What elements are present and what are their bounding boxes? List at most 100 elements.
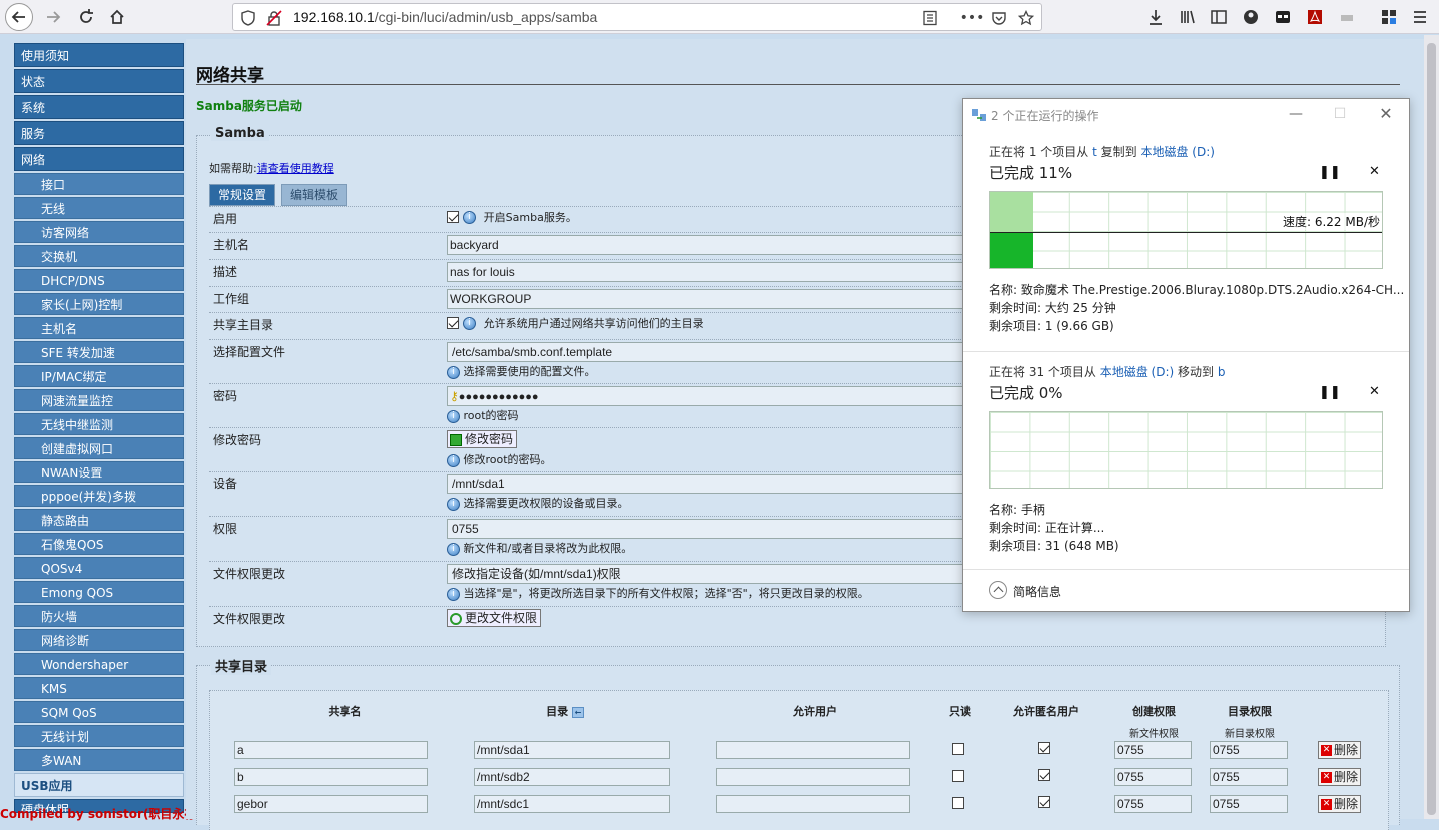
share-name-input[interactable]: b	[234, 768, 428, 786]
fewer-details-toggle[interactable]: 简略信息	[1013, 583, 1061, 600]
minimize-button[interactable]: —	[1281, 103, 1311, 125]
nav-sub-item[interactable]: 无线计划	[14, 725, 184, 747]
menu-button[interactable]	[1407, 4, 1433, 30]
forward-button[interactable]	[40, 4, 66, 30]
anon-checkbox[interactable]	[1038, 796, 1050, 808]
dir-mask-input[interactable]: 0755	[1210, 768, 1288, 786]
chevron-up-icon[interactable]	[989, 581, 1007, 599]
reader-view-icon[interactable]	[921, 9, 939, 27]
delete-button[interactable]: ✕ 删除	[1318, 741, 1362, 759]
create-mask-input[interactable]: 0755	[1114, 795, 1192, 813]
url-text[interactable]: 192.168.10.1/cgi-bin/luci/admin/usb_apps…	[293, 9, 597, 25]
destination-link[interactable]: b	[1218, 365, 1226, 379]
nav-sub-item[interactable]: KMS	[14, 677, 184, 699]
home-button[interactable]	[104, 4, 130, 30]
readonly-checkbox[interactable]	[952, 743, 964, 755]
shield-icon[interactable]	[239, 9, 257, 27]
sort-icon[interactable]: ←	[571, 707, 584, 718]
nav-sub-item[interactable]: 网络诊断	[14, 629, 184, 651]
nav-sub-item[interactable]: 创建虚拟网口	[14, 437, 184, 459]
change-password-button[interactable]: 修改密码	[447, 430, 518, 448]
maximize-button[interactable]: ☐	[1325, 103, 1355, 125]
tab-edit-template[interactable]: 编辑模板	[281, 184, 348, 206]
pause-button[interactable]: ❚❚	[1319, 165, 1341, 180]
account-button[interactable]	[1238, 4, 1264, 30]
nav-sub-item[interactable]: Wondershaper	[14, 653, 184, 675]
nav-item-services[interactable]: 服务	[14, 121, 184, 145]
workgroup-input[interactable]: WORKGROUP	[447, 289, 1007, 309]
pdf-extension-button[interactable]	[1302, 4, 1328, 30]
nav-sub-item[interactable]: NWAN设置	[14, 461, 184, 483]
extension-gray-button[interactable]	[1334, 4, 1360, 30]
address-bar[interactable]: 192.168.10.1/cgi-bin/luci/admin/usb_apps…	[232, 3, 1042, 31]
reload-button[interactable]	[73, 4, 99, 30]
permission-input[interactable]: 0755	[447, 519, 1007, 539]
nav-sub-item[interactable]: 接口	[14, 173, 184, 195]
cancel-button[interactable]: ✕	[1369, 384, 1380, 399]
pocket-icon[interactable]	[990, 9, 1008, 27]
extension-button[interactable]	[1270, 4, 1296, 30]
bookmark-star-icon[interactable]	[1017, 9, 1035, 27]
description-input[interactable]: nas for louis	[447, 262, 1007, 282]
dir-mask-input[interactable]: 0755	[1210, 741, 1288, 759]
readonly-checkbox[interactable]	[952, 770, 964, 782]
anon-checkbox[interactable]	[1038, 742, 1050, 754]
nav-sub-item[interactable]: 石像鬼QOS	[14, 533, 184, 555]
device-select[interactable]: /mnt/sda1	[447, 474, 1007, 494]
more-actions-icon[interactable]: •••	[960, 9, 985, 27]
share-name-input[interactable]: gebor	[234, 795, 428, 813]
nav-sub-item[interactable]: 无线	[14, 197, 184, 219]
downloads-button[interactable]	[1143, 4, 1169, 30]
homes-checkbox[interactable]	[447, 317, 459, 329]
nav-sub-item[interactable]: DHCP/DNS	[14, 269, 184, 291]
hostname-input[interactable]: backyard	[447, 235, 1007, 255]
delete-button[interactable]: ✕ 删除	[1318, 768, 1362, 786]
nav-item-status[interactable]: 状态	[14, 69, 184, 93]
insecure-lock-icon[interactable]	[265, 9, 283, 27]
nav-sub-item[interactable]: 网速流量监控	[14, 389, 184, 411]
enable-checkbox[interactable]	[447, 211, 459, 223]
nav-item-usb-apps[interactable]: USB应用	[14, 773, 184, 797]
share-users-input[interactable]	[716, 795, 910, 813]
nav-item-system[interactable]: 系统	[14, 95, 184, 119]
create-mask-input[interactable]: 0755	[1114, 741, 1192, 759]
nav-sub-item[interactable]: 无线中继监测	[14, 413, 184, 435]
nav-sub-item[interactable]: IP/MAC绑定	[14, 365, 184, 387]
back-button[interactable]	[5, 3, 33, 31]
nav-sub-item[interactable]: QOSv4	[14, 557, 184, 579]
permission-mode-select[interactable]: 修改指定设备(如/mnt/sda1)权限	[447, 564, 1007, 584]
nav-sub-item[interactable]: 多WAN	[14, 749, 184, 771]
share-path-input[interactable]: /mnt/sdb2	[474, 768, 670, 786]
share-users-input[interactable]	[716, 741, 910, 759]
share-path-input[interactable]: /mnt/sdc1	[474, 795, 670, 813]
page-scrollbar[interactable]	[1424, 35, 1439, 819]
scrollbar-thumb[interactable]	[1427, 43, 1436, 815]
share-path-input[interactable]: /mnt/sda1	[474, 741, 670, 759]
source-link[interactable]: 本地磁盘 (D:)	[1100, 365, 1174, 379]
create-mask-input[interactable]: 0755	[1114, 768, 1192, 786]
config-file-select[interactable]: /etc/samba/smb.conf.template	[447, 342, 1007, 362]
pause-button[interactable]: ❚❚	[1319, 385, 1341, 400]
dialog-titlebar[interactable]: 2 个正在运行的操作 — ☐ ✕	[963, 99, 1409, 129]
destination-link[interactable]: 本地磁盘 (D:)	[1140, 145, 1214, 159]
sidebar-button[interactable]	[1206, 4, 1232, 30]
share-users-input[interactable]	[716, 768, 910, 786]
share-name-input[interactable]: a	[234, 741, 428, 759]
nav-sub-item[interactable]: SQM QoS	[14, 701, 184, 723]
close-button[interactable]: ✕	[1371, 103, 1401, 125]
password-input[interactable]: ⚷●●●●●●●●●●●●	[447, 386, 1007, 406]
nav-sub-item[interactable]: 交换机	[14, 245, 184, 267]
readonly-checkbox[interactable]	[952, 797, 964, 809]
nav-sub-item[interactable]: 访客网络	[14, 221, 184, 243]
nav-sub-item[interactable]: pppoe(并发)多拨	[14, 485, 184, 507]
nav-sub-item[interactable]: 家长(上网)控制	[14, 293, 184, 315]
column-header-directory[interactable]: 目录 ←	[530, 703, 600, 719]
nav-sub-item[interactable]: SFE 转发加速	[14, 341, 184, 363]
help-link[interactable]: 请查看使用教程	[257, 162, 334, 175]
nav-sub-item[interactable]: 主机名	[14, 317, 184, 339]
addons-button[interactable]	[1376, 4, 1402, 30]
nav-item-network[interactable]: 网络	[14, 147, 184, 171]
nav-item-notice[interactable]: 使用须知	[14, 43, 184, 67]
tab-general[interactable]: 常规设置	[209, 184, 276, 206]
nav-sub-item[interactable]: 静态路由	[14, 509, 184, 531]
